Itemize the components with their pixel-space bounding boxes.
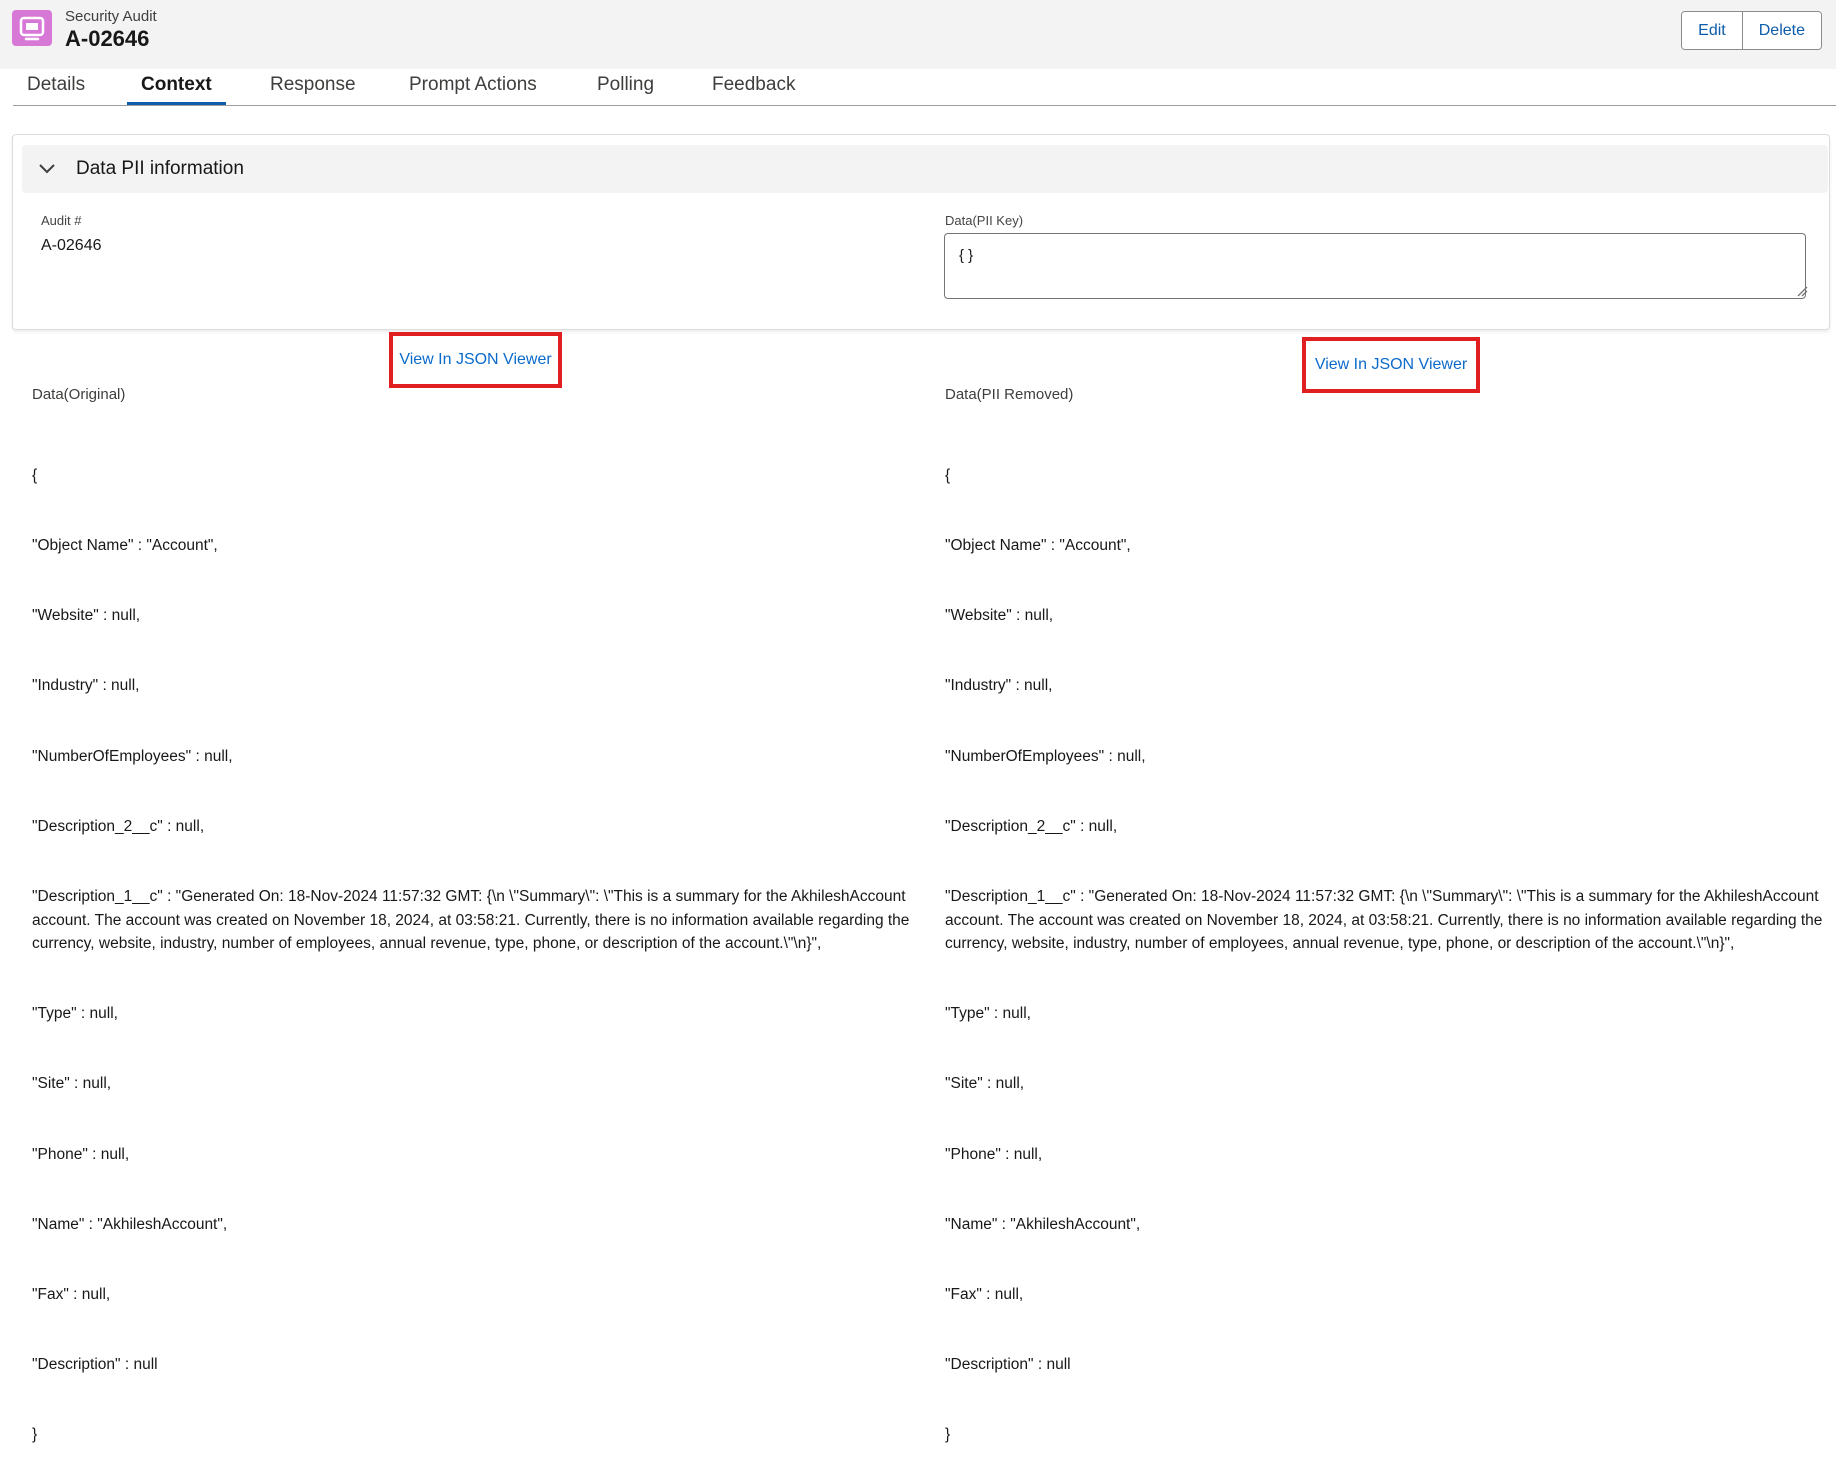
pii-section-card: Data PII information Audit # A-02646 Dat… [12, 134, 1830, 330]
json-line: "NumberOfEmployees" : null, [945, 747, 1146, 765]
json-line: "Description_1__c" : "Generated On: 18-N… [945, 888, 1827, 952]
json-line: "Type" : null, [945, 1005, 1031, 1023]
json-line: "Description_2__c" : null, [32, 817, 205, 835]
tab-response[interactable]: Response [256, 74, 370, 105]
removed-json-content: { "Object Name" : "Account", "Website" :… [945, 417, 1825, 1470]
original-json-link-box: View In JSON Viewer [389, 332, 562, 388]
removed-view-json-link[interactable]: View In JSON Viewer [1315, 356, 1467, 374]
edit-button[interactable]: Edit [1682, 12, 1742, 49]
tab-details[interactable]: Details [13, 74, 99, 105]
audit-number-label: Audit # [41, 213, 82, 228]
json-line: } [945, 1426, 951, 1444]
json-line: "Fax" : null, [32, 1286, 111, 1304]
object-label: Security Audit [65, 8, 157, 25]
json-line: "Site" : null, [945, 1075, 1025, 1093]
tab-bar: Details Context Response Prompt Actions … [13, 69, 1836, 106]
original-view-json-link[interactable]: View In JSON Viewer [399, 351, 551, 369]
json-line: "Object Name" : "Account", [32, 537, 218, 555]
json-line: { [945, 466, 951, 484]
original-json-content: { "Object Name" : "Account", "Website" :… [32, 417, 912, 1470]
json-line: "Description_1__c" : "Generated On: 18-N… [32, 888, 914, 952]
json-line: "Website" : null, [32, 607, 141, 625]
delete-button[interactable]: Delete [1741, 12, 1821, 49]
audit-number-value: A-02646 [41, 237, 102, 254]
resize-handle-icon[interactable] [1796, 285, 1808, 297]
section-header[interactable]: Data PII information [22, 145, 1828, 193]
json-line: "Industry" : null, [32, 677, 140, 695]
json-line: "Phone" : null, [32, 1145, 130, 1163]
json-line: "Type" : null, [32, 1005, 118, 1023]
json-line: { [32, 466, 38, 484]
json-line: "Site" : null, [32, 1075, 112, 1093]
action-button-group: Edit Delete [1681, 11, 1822, 50]
record-icon [12, 10, 52, 46]
json-line: "Object Name" : "Account", [945, 537, 1131, 555]
chevron-down-icon[interactable] [38, 162, 56, 176]
section-title: Data PII information [76, 158, 244, 179]
pii-key-textarea[interactable]: { } [944, 233, 1806, 299]
removed-data-label: Data(PII Removed) [945, 386, 1074, 403]
json-line: "Industry" : null, [945, 677, 1053, 695]
record-name: A-02646 [65, 26, 150, 51]
json-line: "Description" : null [32, 1356, 158, 1374]
json-line: "Description_2__c" : null, [945, 817, 1118, 835]
tab-context[interactable]: Context [127, 74, 226, 105]
removed-json-link-box: View In JSON Viewer [1302, 337, 1480, 393]
json-line: "Name" : "AkhileshAccount", [945, 1215, 1141, 1233]
tab-prompt-actions[interactable]: Prompt Actions [395, 74, 551, 105]
tab-polling[interactable]: Polling [583, 74, 668, 105]
pii-key-label: Data(PII Key) [945, 213, 1024, 228]
json-line: "Phone" : null, [945, 1145, 1043, 1163]
original-data-label: Data(Original) [32, 386, 126, 403]
record-header: Security Audit A-02646 Edit Delete [0, 0, 1836, 69]
json-line: "Description" : null [945, 1356, 1071, 1374]
json-line: "Name" : "AkhileshAccount", [32, 1215, 228, 1233]
json-line: "NumberOfEmployees" : null, [32, 747, 233, 765]
json-line: "Fax" : null, [945, 1286, 1024, 1304]
tab-feedback[interactable]: Feedback [698, 74, 809, 105]
json-line: } [32, 1426, 38, 1444]
json-line: "Website" : null, [945, 607, 1054, 625]
